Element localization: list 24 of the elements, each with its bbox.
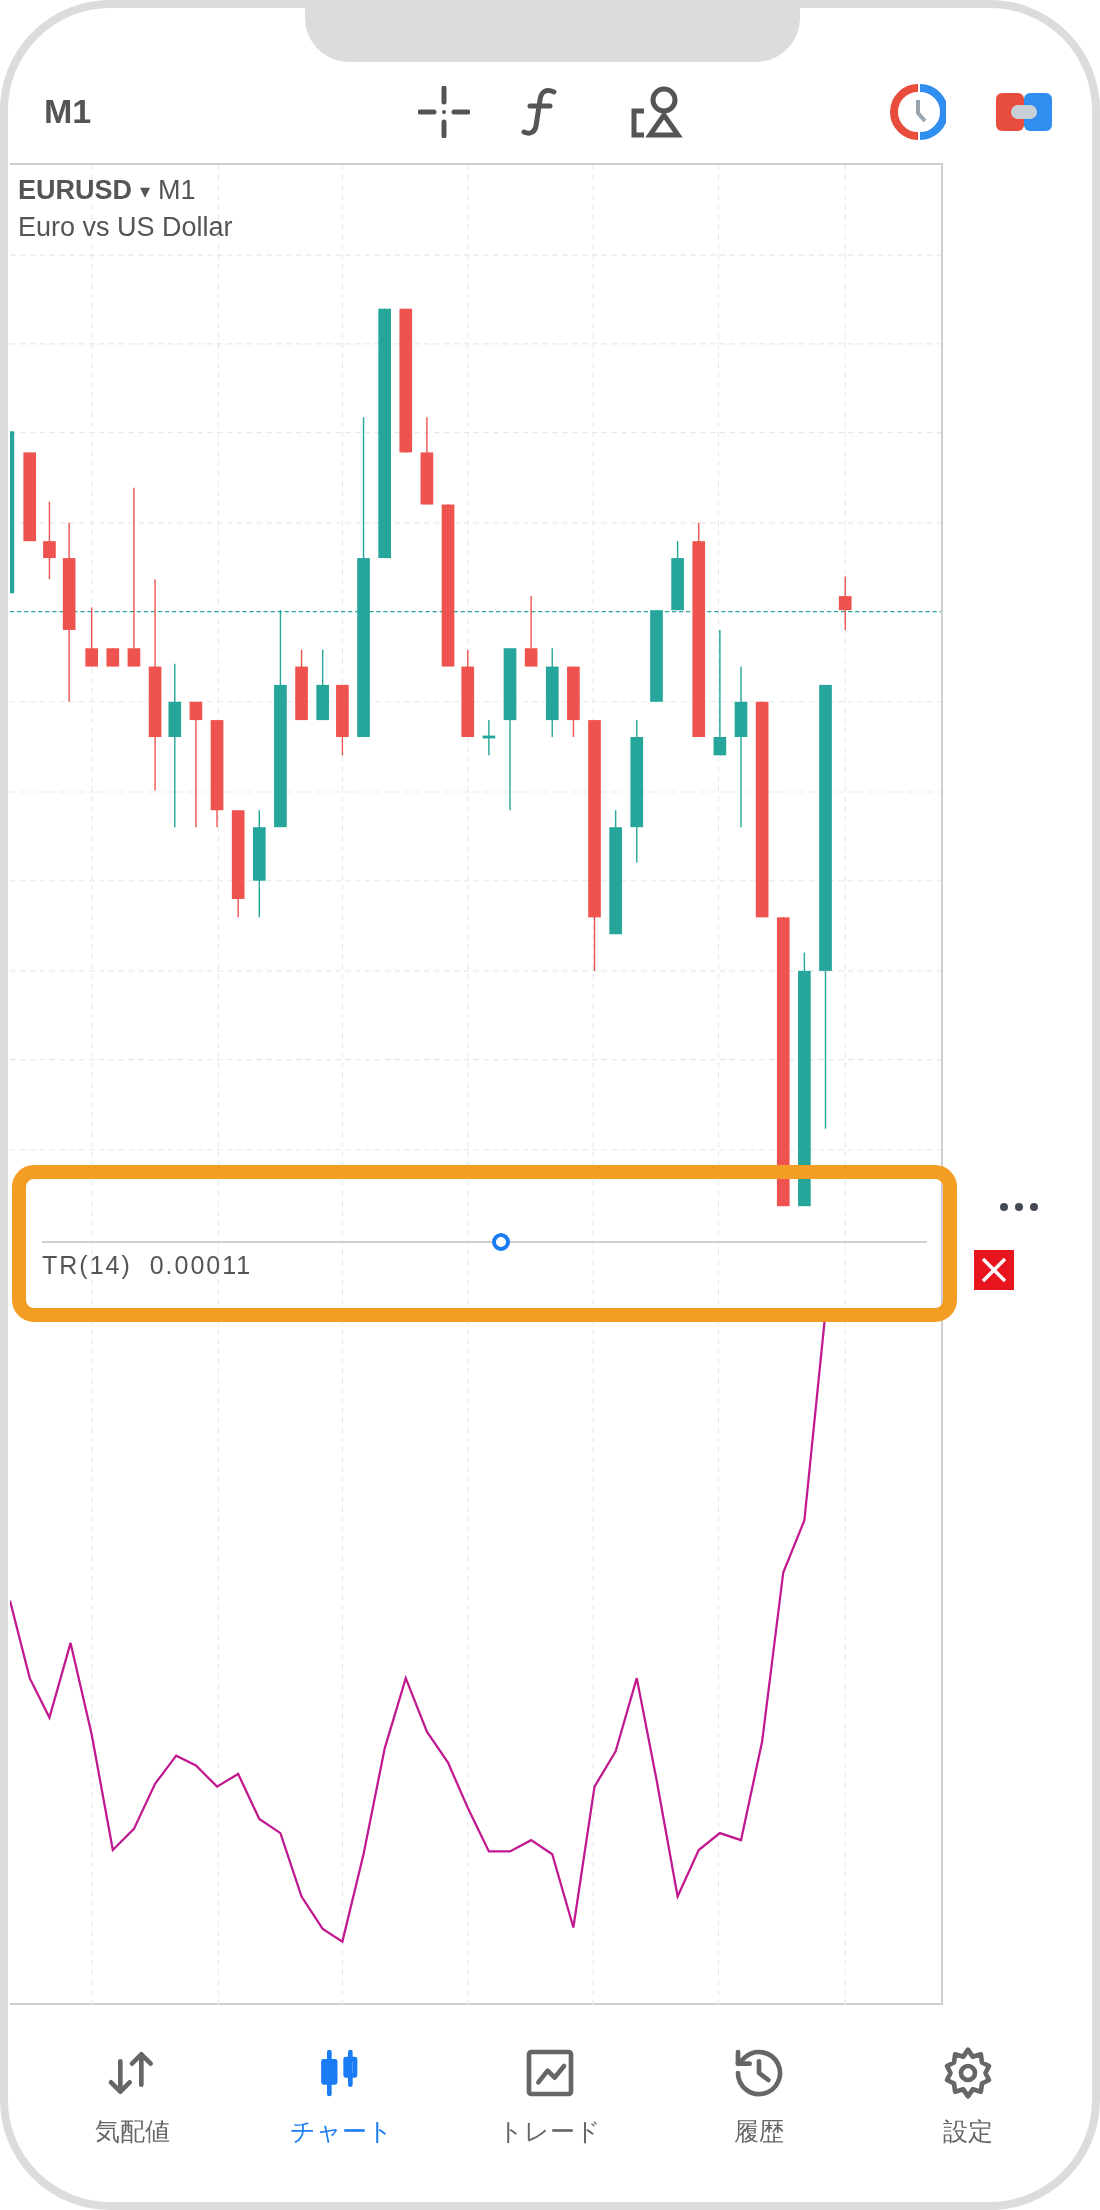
nav-tab[interactable]: トレード — [465, 2045, 635, 2148]
crosshair-icon[interactable] — [418, 85, 470, 138]
candlestick — [671, 540, 684, 611]
timeframe-label[interactable]: M1 — [44, 92, 418, 131]
toggle-icon[interactable] — [996, 92, 1052, 131]
nav-tab[interactable]: チャート — [256, 2045, 427, 2148]
clock-icon[interactable] — [890, 83, 946, 140]
candlestick — [85, 606, 99, 668]
indicator-label: TR(14) 0.00011 — [42, 1251, 253, 1280]
symbol-description: Euro vs US Dollar — [18, 212, 233, 243]
nav-tab[interactable]: 気配値 — [47, 2045, 218, 2148]
candlestick — [106, 647, 120, 668]
caret-icon[interactable]: ▾ — [140, 178, 151, 203]
shapes-icon[interactable] — [630, 84, 684, 139]
nav-tab[interactable]: 履歴 — [673, 2045, 844, 2148]
candlestick — [838, 575, 852, 631]
function-icon[interactable] — [520, 85, 560, 138]
candlestick — [482, 719, 496, 757]
symbol-label[interactable]: EURUSD — [18, 175, 132, 206]
more-icon[interactable] — [1000, 1203, 1038, 1211]
nav-tab[interactable]: 設定 — [882, 2045, 1053, 2148]
resize-handle[interactable] — [492, 1233, 510, 1251]
chart-timeframe: M1 — [158, 175, 196, 206]
close-button[interactable] — [974, 1250, 1014, 1290]
